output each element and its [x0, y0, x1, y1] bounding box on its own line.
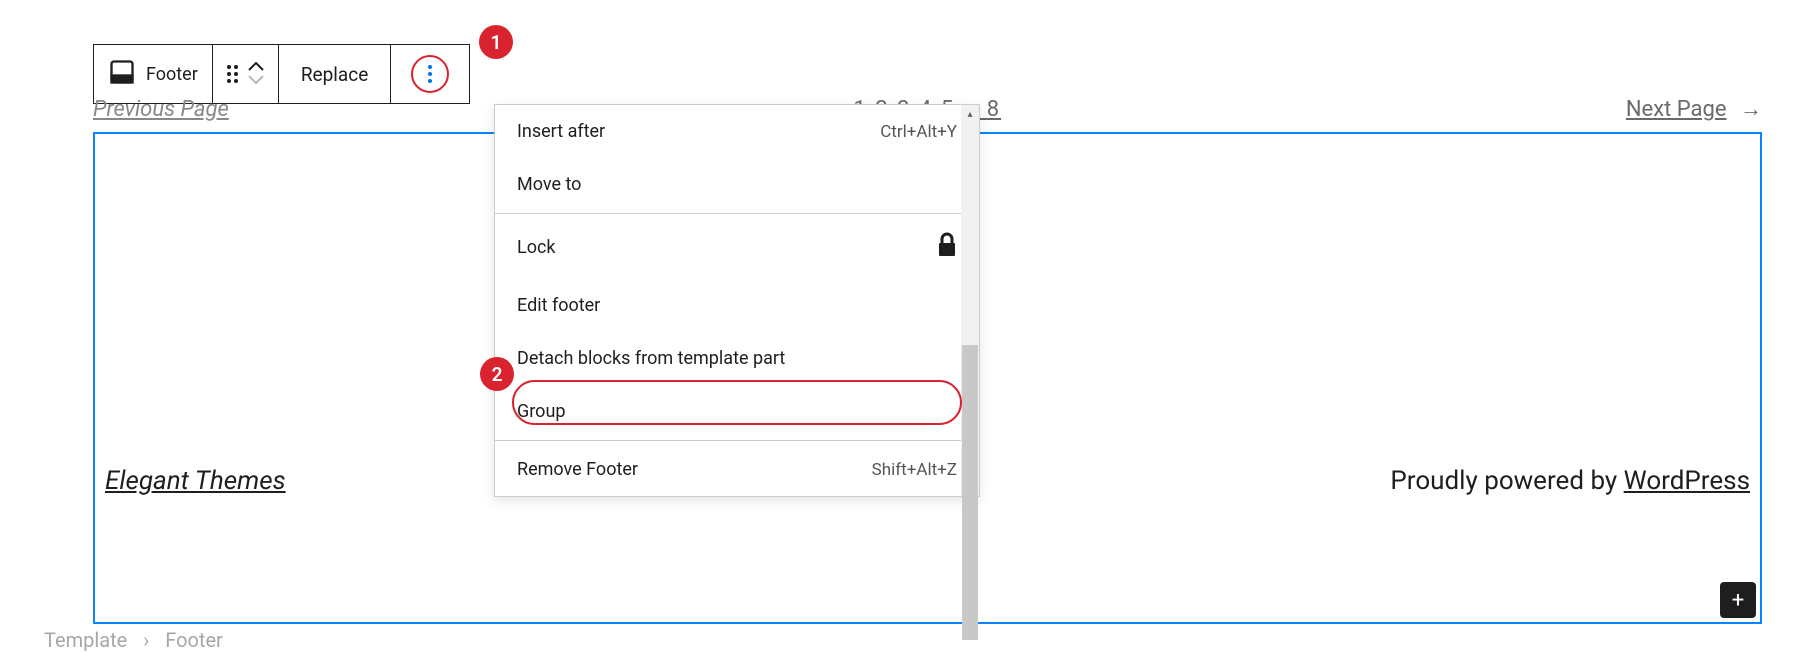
menu-item-insert-after[interactable]: Insert after Ctrl+Alt+Y	[495, 105, 979, 158]
site-title-link[interactable]: Elegant Themes	[105, 466, 286, 496]
next-page-link[interactable]: Next Page →	[1626, 96, 1762, 122]
more-options-button[interactable]	[411, 55, 449, 93]
scrollbar-thumb[interactable]	[962, 345, 978, 640]
block-label: Footer	[146, 64, 198, 85]
block-breadcrumb: Template › Footer	[44, 628, 223, 652]
menu-item-remove-footer[interactable]: Remove Footer Shift+Alt+Z	[495, 443, 979, 496]
menu-item-move-to[interactable]: Move to	[495, 158, 979, 211]
annotation-badge-1: 1	[479, 25, 513, 59]
block-options-menu: Insert after Ctrl+Alt+Y Move to Lock Edi…	[494, 104, 980, 497]
menu-separator	[495, 213, 979, 214]
menu-item-group[interactable]: Group	[495, 385, 979, 438]
block-mover-section	[213, 45, 279, 103]
arrow-right-icon: →	[1740, 97, 1762, 122]
footer-block-icon	[108, 58, 136, 90]
add-block-button[interactable]: +	[1720, 582, 1756, 618]
breadcrumb-item[interactable]: Footer	[165, 628, 223, 652]
menu-scrollbar[interactable]: ▴	[961, 105, 979, 496]
drag-handle-icon[interactable]	[227, 65, 238, 83]
block-type-section[interactable]: Footer	[94, 45, 213, 103]
menu-item-lock[interactable]: Lock	[495, 216, 979, 279]
block-toolbar: Footer Replace	[93, 44, 470, 104]
kebab-icon	[428, 65, 432, 83]
previous-page-link[interactable]: Previous Page	[93, 97, 229, 122]
move-down-button[interactable]	[248, 74, 264, 86]
block-mover	[248, 62, 264, 86]
replace-section: Replace	[279, 45, 391, 103]
wordpress-link[interactable]: WordPress	[1624, 466, 1750, 496]
breadcrumb-item[interactable]: Template	[44, 628, 127, 652]
chevron-right-icon: ›	[143, 628, 149, 652]
next-page-text[interactable]: Next Page	[1626, 97, 1727, 122]
menu-item-edit-footer[interactable]: Edit footer	[495, 279, 979, 332]
lock-icon	[937, 232, 957, 263]
move-up-button[interactable]	[248, 62, 264, 74]
replace-button[interactable]: Replace	[293, 63, 376, 86]
menu-separator	[495, 440, 979, 441]
powered-by-text: Proudly powered by WordPress	[1390, 466, 1750, 496]
plus-icon: +	[1732, 588, 1744, 613]
more-options-section	[391, 45, 469, 103]
scrollbar-up-icon[interactable]: ▴	[961, 105, 979, 123]
menu-item-detach[interactable]: Detach blocks from template part	[495, 332, 979, 385]
annotation-badge-2: 2	[480, 357, 514, 391]
